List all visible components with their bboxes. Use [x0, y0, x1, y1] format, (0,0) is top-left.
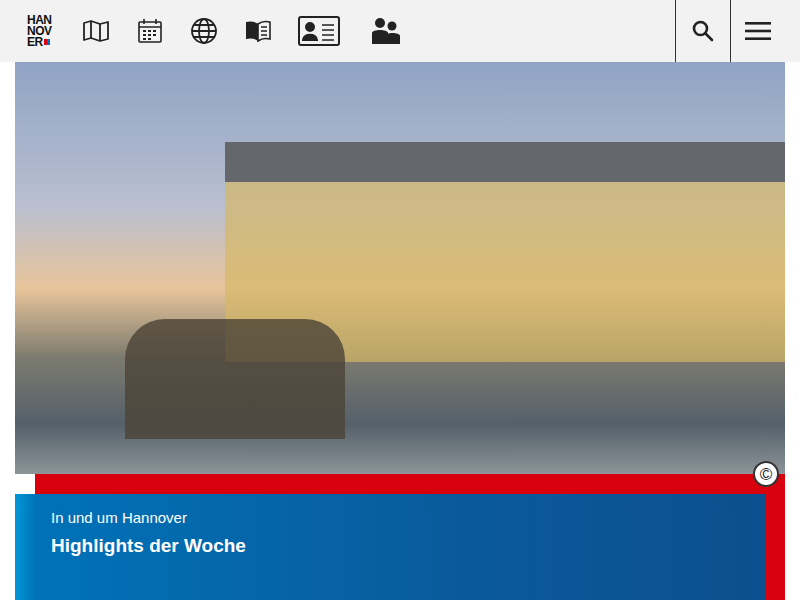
logo-line: ER	[27, 37, 52, 48]
teaser-frame: In und um Hannover Highlights der Woche	[35, 474, 785, 600]
logo-line: NOV	[27, 26, 52, 37]
hero-photo: ©	[15, 62, 785, 474]
logo-line: HAN	[27, 15, 52, 26]
teaser-card[interactable]: In und um Hannover Highlights der Woche	[15, 494, 765, 600]
calendar-icon[interactable]	[137, 18, 163, 44]
logo[interactable]: HANNOVER	[27, 0, 52, 62]
menu-button[interactable]	[730, 0, 785, 62]
search-icon	[692, 20, 714, 42]
copyright-symbol: ©	[760, 466, 773, 483]
teaser-kicker: In und um Hannover	[51, 508, 765, 528]
people-icon[interactable]	[371, 17, 401, 45]
icon-nav	[82, 0, 401, 62]
site-header: HANNOVER	[0, 0, 800, 62]
copyright-badge[interactable]: ©	[753, 461, 779, 487]
id-card-icon[interactable]	[298, 16, 340, 46]
logo-square	[44, 39, 50, 45]
map-icon[interactable]	[82, 19, 110, 43]
book-icon[interactable]	[245, 20, 271, 42]
menu-icon	[745, 21, 771, 41]
globe-icon[interactable]	[190, 17, 218, 45]
search-button[interactable]	[675, 0, 730, 62]
teaser-title: Highlights der Woche	[51, 532, 765, 560]
